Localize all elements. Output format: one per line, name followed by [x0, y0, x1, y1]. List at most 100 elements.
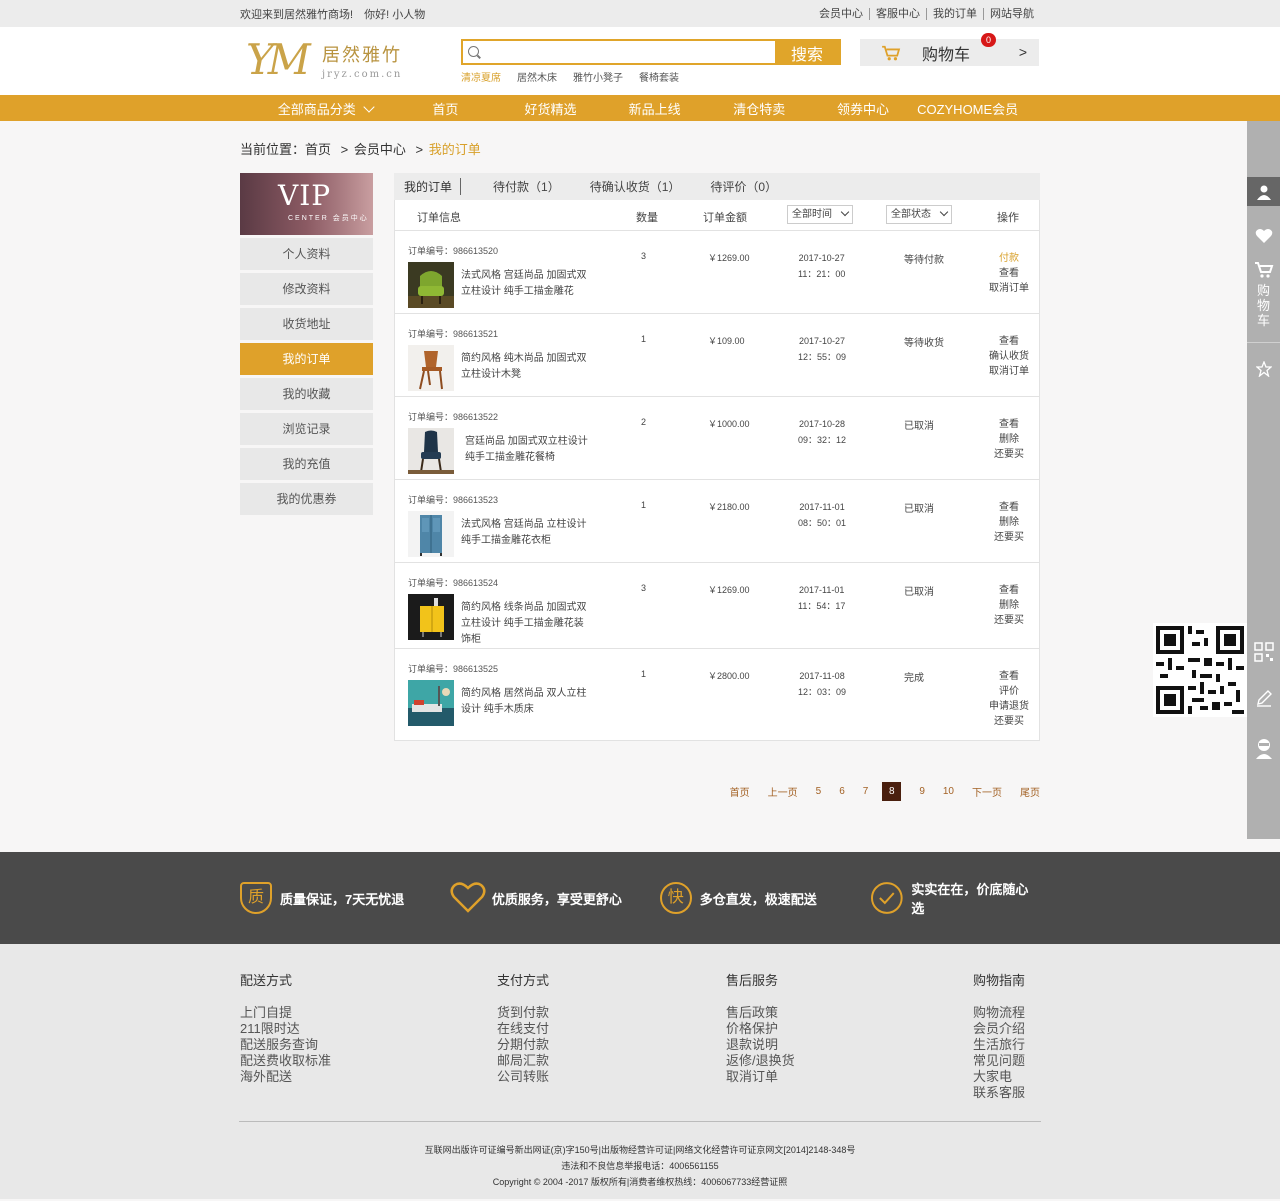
sidebar-item-recharge[interactable]: 我的充值 — [240, 448, 373, 480]
sidebar-item-my-orders[interactable]: 我的订单 — [240, 343, 373, 375]
footer-link[interactable]: 售后政策 — [726, 1005, 973, 1021]
top-link-site-nav[interactable]: 网站导航 — [983, 7, 1040, 20]
page-first[interactable]: 首页 — [730, 784, 750, 799]
logo[interactable]: YM 居然雅竹 jryz.com.cn — [246, 35, 402, 85]
buy-again-button[interactable]: 还要买 — [985, 613, 1033, 628]
nav-good-picks[interactable]: 好货精选 — [480, 99, 622, 118]
footer-link[interactable]: 货到付款 — [497, 1005, 726, 1021]
tab-pending-payment[interactable]: 待付款（1） — [493, 178, 560, 195]
footer-link[interactable]: 配送服务查询 — [240, 1037, 497, 1053]
product-thumbnail[interactable] — [408, 262, 454, 308]
sidebar-item-address[interactable]: 收货地址 — [240, 308, 373, 340]
footer-link[interactable]: 大家电 — [973, 1069, 1025, 1085]
page-number[interactable]: 5 — [816, 786, 822, 797]
toolbar-feedback[interactable] — [1247, 683, 1280, 713]
sidebar-item-profile[interactable]: 个人资料 — [240, 238, 373, 270]
buy-again-button[interactable]: 还要买 — [985, 530, 1033, 545]
page-next[interactable]: 下一页 — [972, 784, 1002, 799]
product-name[interactable]: 简约风格 线条尚品 加固式双立柱设计 纯手工描金雕花装饰柜 — [461, 600, 587, 648]
greeting-text[interactable]: 你好! 小人物 — [364, 9, 425, 21]
sidebar-item-edit-profile[interactable]: 修改资料 — [240, 273, 373, 305]
top-link-service-center[interactable]: 客服中心 — [869, 7, 926, 20]
footer-link[interactable]: 在线支付 — [497, 1021, 726, 1037]
product-name[interactable]: 法式风格 宫廷尚品 加固式双立柱设计 纯手工描金雕花 — [461, 268, 587, 300]
hot-keyword[interactable]: 居然木床 — [517, 69, 557, 84]
footer-link[interactable]: 分期付款 — [497, 1037, 726, 1053]
view-button[interactable]: 查看 — [985, 266, 1033, 281]
view-button[interactable]: 查看 — [985, 500, 1033, 515]
review-button[interactable]: 评价 — [985, 684, 1033, 699]
footer-link[interactable]: 生活旅行 — [973, 1037, 1025, 1053]
breadcrumb-home[interactable]: 当前位置：首页 — [240, 142, 331, 157]
footer-link[interactable]: 退款说明 — [726, 1037, 973, 1053]
page-number[interactable]: 7 — [863, 786, 869, 797]
toolbar-cart[interactable]: 购物车 — [1247, 261, 1280, 343]
sidebar-item-history[interactable]: 浏览记录 — [240, 413, 373, 445]
toolbar-star[interactable] — [1247, 357, 1280, 381]
product-name[interactable]: 简约风格 居然尚品 双人立柱设计 纯手木质床 — [461, 686, 587, 718]
product-name[interactable]: 宫廷尚品 加固式双立柱设计 纯手工描金雕花餐椅 — [465, 434, 591, 466]
page-prev[interactable]: 上一页 — [768, 784, 798, 799]
buy-again-button[interactable]: 还要买 — [985, 447, 1033, 462]
cart-button[interactable]: 购物车 0 > — [860, 33, 1039, 66]
delete-button[interactable]: 删除 — [985, 598, 1033, 613]
tab-pending-receipt[interactable]: 待确认收货（1） — [590, 178, 681, 195]
request-return-button[interactable]: 申请退货 — [985, 699, 1033, 714]
footer-link[interactable]: 购物流程 — [973, 1005, 1025, 1021]
product-thumbnail[interactable] — [408, 345, 454, 391]
hot-keyword[interactable]: 雅竹小凳子 — [573, 69, 623, 84]
footer-link[interactable]: 会员介绍 — [973, 1021, 1025, 1037]
product-thumbnail[interactable] — [408, 680, 454, 726]
status-filter-select[interactable]: 全部状态 — [886, 205, 952, 224]
nav-home[interactable]: 首页 — [411, 99, 479, 118]
product-thumbnail[interactable] — [408, 594, 454, 640]
page-number[interactable]: 9 — [919, 786, 925, 797]
footer-link[interactable]: 配送费收取标准 — [240, 1053, 497, 1069]
footer-link[interactable]: 取消订单 — [726, 1069, 973, 1085]
footer-link[interactable]: 返修/退换货 — [726, 1053, 973, 1069]
delete-button[interactable]: 删除 — [985, 515, 1033, 530]
footer-link[interactable]: 公司转账 — [497, 1069, 726, 1085]
view-button[interactable]: 查看 — [985, 334, 1033, 349]
toolbar-user[interactable] — [1247, 177, 1280, 206]
nav-coupons[interactable]: 领券中心 — [831, 99, 896, 118]
tab-pending-review[interactable]: 待评价（0） — [710, 178, 777, 195]
pay-button[interactable]: 付款 — [985, 251, 1033, 266]
time-filter-select[interactable]: 全部时间 — [787, 205, 853, 224]
top-link-member-center[interactable]: 会员中心 — [813, 8, 869, 20]
page-number[interactable]: 6 — [839, 786, 845, 797]
hot-keyword[interactable]: 餐椅套装 — [639, 69, 679, 84]
product-name[interactable]: 法式风格 宫廷尚品 立柱设计 纯手工描金雕花衣柜 — [461, 517, 587, 549]
top-link-my-orders[interactable]: 我的订单 — [926, 7, 983, 20]
nav-all-categories[interactable]: 全部商品分类 — [240, 99, 411, 118]
footer-link[interactable]: 211限时达 — [240, 1021, 497, 1037]
view-button[interactable]: 查看 — [985, 417, 1033, 432]
breadcrumb-member-center[interactable]: 会员中心 — [354, 142, 406, 157]
confirm-receipt-button[interactable]: 确认收货 — [985, 349, 1033, 364]
footer-link[interactable]: 常见问题 — [973, 1053, 1025, 1069]
product-name[interactable]: 简约风格 纯木尚品 加固式双立柱设计木凳 — [461, 351, 587, 383]
view-button[interactable]: 查看 — [985, 583, 1033, 598]
search-input[interactable] — [485, 41, 775, 63]
nav-new-arrivals[interactable]: 新品上线 — [621, 99, 688, 118]
buy-again-button[interactable]: 还要买 — [985, 714, 1033, 729]
page-number-current[interactable]: 8 — [882, 782, 902, 801]
sidebar-item-favorites[interactable]: 我的收藏 — [240, 378, 373, 410]
nav-clearance[interactable]: 清仓特卖 — [688, 99, 831, 118]
delete-button[interactable]: 删除 — [985, 432, 1033, 447]
page-last[interactable]: 尾页 — [1020, 784, 1040, 799]
footer-link[interactable]: 邮局汇款 — [497, 1053, 726, 1069]
toolbar-qrcode[interactable] — [1247, 637, 1280, 667]
footer-link[interactable]: 海外配送 — [240, 1069, 497, 1085]
footer-link[interactable]: 上门自提 — [240, 1005, 497, 1021]
nav-cozyhome-member[interactable]: COZYHOME会员 — [895, 99, 1040, 118]
page-number[interactable]: 10 — [943, 786, 954, 797]
cancel-order-button[interactable]: 取消订单 — [985, 364, 1033, 379]
cancel-order-button[interactable]: 取消订单 — [985, 281, 1033, 296]
tab-my-orders[interactable]: 我的订单 — [404, 178, 462, 195]
view-button[interactable]: 查看 — [985, 669, 1033, 684]
footer-link[interactable]: 价格保护 — [726, 1021, 973, 1037]
footer-link[interactable]: 联系客服 — [973, 1085, 1025, 1101]
toolbar-favorites[interactable] — [1247, 221, 1280, 251]
search-button[interactable]: 搜索 — [775, 41, 839, 64]
